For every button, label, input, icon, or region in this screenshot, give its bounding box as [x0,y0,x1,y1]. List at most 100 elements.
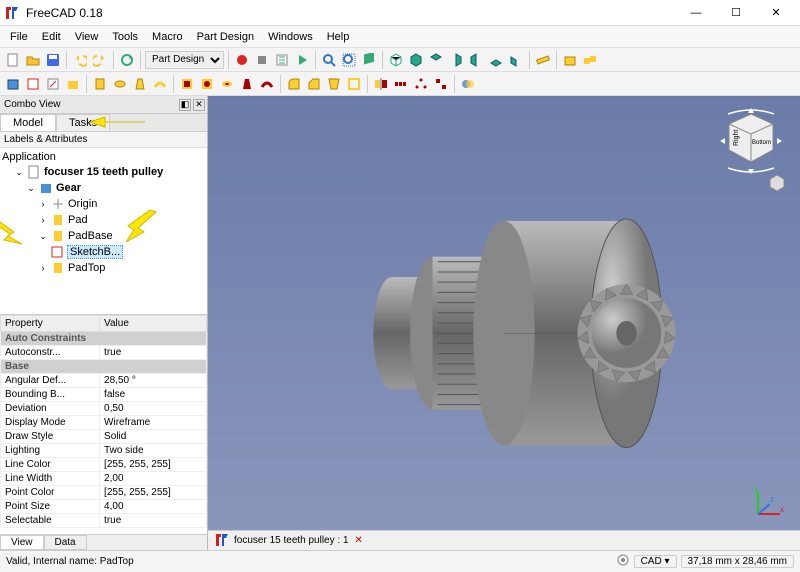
prop-header-property[interactable]: Property [1,316,100,332]
chevron-down-icon[interactable]: ⌄ [26,183,36,194]
maximize-button[interactable]: ☐ [716,2,756,24]
prop-row[interactable]: Line Width2,00 [1,472,207,486]
groove-icon[interactable] [218,75,236,93]
edit-sketch-icon[interactable] [44,75,62,93]
chamfer-icon[interactable] [305,75,323,93]
tab-view[interactable]: View [0,535,44,550]
view-bottom-icon[interactable] [487,51,505,69]
menu-tools[interactable]: Tools [106,29,144,45]
prop-row[interactable]: Point Color[255, 255, 255] [1,486,207,500]
menu-help[interactable]: Help [321,29,356,45]
title-bar: FreeCAD 0.18 — ☐ ✕ [0,0,800,26]
pocket-icon[interactable] [178,75,196,93]
mirror-icon[interactable] [372,75,390,93]
save-icon[interactable] [44,51,62,69]
tree-document[interactable]: ⌄ focuser 15 teeth pulley [2,164,205,180]
prop-row[interactable]: LightingTwo side [1,444,207,458]
macro-record-icon[interactable] [233,51,251,69]
model-render [208,96,800,550]
view-top-icon[interactable] [427,51,445,69]
menu-file[interactable]: File [4,29,34,45]
create-body-icon[interactable] [4,75,22,93]
group-icon[interactable] [581,51,599,69]
map-sketch-icon[interactable] [64,75,82,93]
menu-windows[interactable]: Windows [262,29,319,45]
nav-style-icon[interactable] [616,553,630,570]
loft-icon[interactable] [131,75,149,93]
chevron-down-icon[interactable]: ⌄ [38,231,48,242]
panel-close-icon[interactable]: ✕ [193,99,205,111]
tree-application[interactable]: Application [2,150,205,164]
document-tab[interactable]: focuser 15 teeth pulley : 1 [234,535,349,546]
tree-sketchbase[interactable]: SketchB... [2,244,205,260]
3d-viewport[interactable]: Right Bottom x y z focuser 15 teeth pull… [208,96,800,550]
undo-icon[interactable] [71,51,89,69]
prop-row[interactable]: Bounding B...false [1,388,207,402]
panel-undock-icon[interactable]: ◧ [179,99,191,111]
prop-row[interactable]: Selectabletrue [1,514,207,528]
part-icon[interactable] [561,51,579,69]
chevron-down-icon[interactable]: ⌄ [14,167,24,178]
macro-list-icon[interactable] [273,51,291,69]
nav-style-label[interactable]: CAD ▾ [634,555,677,568]
macro-run-icon[interactable] [293,51,311,69]
chevron-right-icon[interactable]: › [38,199,48,209]
minimize-button[interactable]: — [676,2,716,24]
navigation-cube[interactable]: Right Bottom [716,106,786,176]
prop-row[interactable]: Deviation0,50 [1,402,207,416]
close-button[interactable]: ✕ [756,2,796,24]
tree-origin[interactable]: › Origin [2,196,205,212]
tab-data[interactable]: Data [44,535,87,550]
prop-header-value[interactable]: Value [100,316,207,332]
view-rear-icon[interactable] [467,51,485,69]
boolean-icon[interactable] [459,75,477,93]
sub-loft-icon[interactable] [238,75,256,93]
document-close-icon[interactable]: ✕ [355,535,363,546]
prop-row[interactable]: Line Color[255, 255, 255] [1,458,207,472]
chevron-right-icon[interactable]: › [38,263,48,273]
tree-pad[interactable]: › Pad [2,212,205,228]
prop-row[interactable]: Point Size4,00 [1,500,207,514]
prop-row[interactable]: Draw StyleSolid [1,430,207,444]
macro-stop-icon[interactable] [253,51,271,69]
view-iso-icon[interactable] [387,51,405,69]
hole-icon[interactable] [198,75,216,93]
tree-padbase[interactable]: ⌄ PadBase [2,228,205,244]
draft-icon[interactable] [325,75,343,93]
measure-icon[interactable] [534,51,552,69]
tree-body-gear[interactable]: ⌄ Gear [2,180,205,196]
view-right-icon[interactable] [447,51,465,69]
new-file-icon[interactable] [4,51,22,69]
view-front-icon[interactable] [407,51,425,69]
zoom-fit-icon[interactable] [320,51,338,69]
redo-icon[interactable] [91,51,109,69]
tab-tasks[interactable]: Tasks [56,114,110,131]
pad-icon[interactable] [91,75,109,93]
sub-sweep-icon[interactable] [258,75,276,93]
zoom-selection-icon[interactable] [340,51,358,69]
menu-edit[interactable]: Edit [36,29,67,45]
fillet-icon[interactable] [285,75,303,93]
sweep-icon[interactable] [151,75,169,93]
chevron-right-icon[interactable]: › [38,215,48,225]
create-sketch-icon[interactable] [24,75,42,93]
workbench-selector[interactable]: Part Design [145,51,224,69]
linear-pattern-icon[interactable] [392,75,410,93]
revolution-icon[interactable] [111,75,129,93]
tab-model[interactable]: Model [0,114,56,131]
view-left-icon[interactable] [507,51,525,69]
thickness-icon[interactable] [345,75,363,93]
polar-pattern-icon[interactable] [412,75,430,93]
prop-row[interactable]: Autoconstr...true [1,346,207,360]
mini-cube-icon[interactable] [768,174,786,192]
open-file-icon[interactable] [24,51,42,69]
multi-transform-icon[interactable] [432,75,450,93]
prop-row[interactable]: Angular Def...28,50 ° [1,374,207,388]
prop-row[interactable]: Display ModeWireframe [1,416,207,430]
menu-view[interactable]: View [69,29,105,45]
menu-partdesign[interactable]: Part Design [191,29,260,45]
menu-macro[interactable]: Macro [146,29,189,45]
draw-style-icon[interactable] [360,51,378,69]
tree-padtop[interactable]: › PadTop [2,260,205,276]
refresh-icon[interactable] [118,51,136,69]
